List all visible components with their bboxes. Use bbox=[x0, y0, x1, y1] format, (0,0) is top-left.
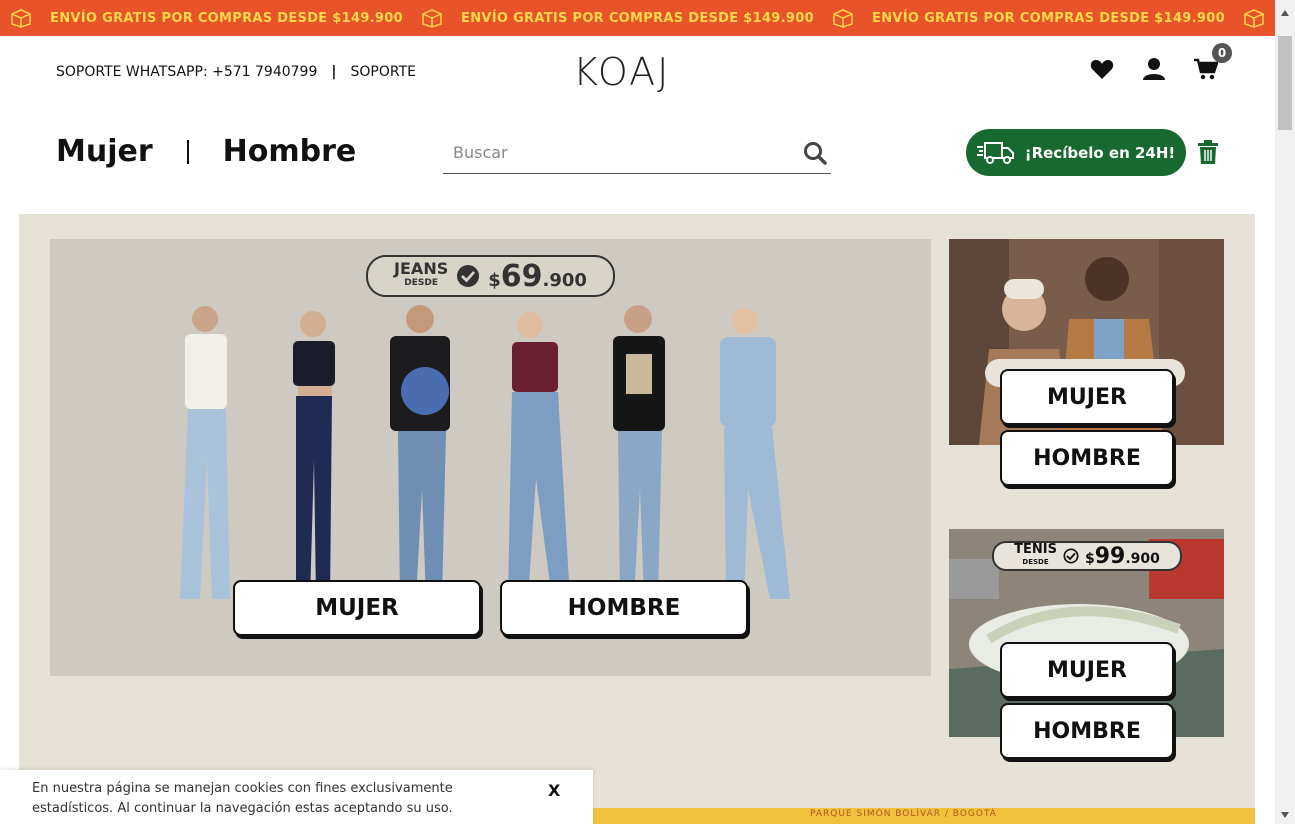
scroll-up-arrow-icon[interactable] bbox=[1281, 10, 1289, 16]
site-logo[interactable]: KOAJ bbox=[573, 50, 670, 94]
check-circle-icon bbox=[1063, 548, 1079, 564]
jeans-women-button[interactable]: MUJER bbox=[233, 580, 481, 636]
box-icon bbox=[1244, 9, 1264, 28]
check-circle-icon bbox=[457, 265, 480, 287]
sneakers-price: $99.900 bbox=[1084, 543, 1160, 569]
promo-item: ENVÍO GRATIS POR COMPRAS DESDE $149.900 bbox=[461, 11, 814, 26]
jeans-men-button[interactable]: HOMBRE bbox=[500, 580, 748, 636]
search-bar bbox=[443, 132, 831, 174]
jeans-badge-label: JEANS DESDE bbox=[394, 259, 449, 289]
cart-count-badge: 0 bbox=[1212, 43, 1232, 63]
cookie-notice: En nuestra página se manejan cookies con… bbox=[0, 770, 593, 824]
main-nav: Mujer Hombre bbox=[56, 134, 356, 169]
fast-delivery-button[interactable]: ¡Recíbelo en 24H! bbox=[966, 129, 1186, 176]
jeans-banner[interactable]: JEANS DESDE $69.900 MUJER HOMBRE bbox=[50, 239, 931, 676]
promo-item: ENVÍO GRATIS POR COMPRAS DESDE $149.900 bbox=[50, 11, 403, 26]
support-separator: | bbox=[331, 64, 337, 80]
promo-item: ENVÍO GRATIS POR COMPRAS DESDE $149.900 bbox=[872, 11, 1225, 26]
delivery-truck-icon bbox=[976, 141, 1014, 164]
cookie-text: En nuestra página se manejan cookies con… bbox=[32, 781, 453, 816]
jackets-men-button[interactable]: HOMBRE bbox=[1000, 430, 1174, 486]
scroll-down-arrow-icon[interactable] bbox=[1281, 812, 1289, 818]
trash-icon[interactable] bbox=[1198, 140, 1218, 168]
sneakers-price-badge: TENIS DESDE $99.900 bbox=[992, 541, 1182, 571]
support-bar: SOPORTE WHATSAPP: +571 7940799 | SOPORTE bbox=[56, 64, 416, 80]
promo-text: ENVÍO GRATIS POR COMPRAS DESDE $149.900 bbox=[461, 10, 814, 26]
support-link[interactable]: SOPORTE bbox=[351, 64, 416, 80]
promo-text: ENVÍO GRATIS POR COMPRAS DESDE $149.900 bbox=[872, 10, 1225, 26]
cart-icon bbox=[1194, 58, 1218, 80]
sneakers-badge-label: TENIS DESDE bbox=[1014, 542, 1057, 566]
cart-button[interactable]: 0 bbox=[1194, 43, 1232, 81]
whatsapp-support-link[interactable]: SOPORTE WHATSAPP: +571 7940799 bbox=[56, 64, 317, 80]
box-icon bbox=[11, 9, 31, 28]
next-banner-text: PARQUE SIMÓN BOLÍVAR / BOGOTÁ bbox=[810, 809, 997, 819]
sneakers-women-button[interactable]: MUJER bbox=[1000, 642, 1174, 698]
scroll-thumb[interactable] bbox=[1278, 36, 1292, 130]
sneakers-men-button[interactable]: HOMBRE bbox=[1000, 703, 1174, 759]
nav-men[interactable]: Hombre bbox=[223, 134, 357, 169]
search-input[interactable] bbox=[443, 142, 795, 163]
user-icon[interactable] bbox=[1142, 57, 1166, 81]
page-scrollbar[interactable] bbox=[1275, 0, 1295, 824]
jeans-price-badge: JEANS DESDE $69.900 bbox=[366, 255, 615, 297]
next-banner-peek: PARQUE SIMÓN BOLÍVAR / BOGOTÁ bbox=[590, 808, 1255, 824]
fast-delivery-label: ¡Recíbelo en 24H! bbox=[1024, 143, 1176, 162]
heart-icon[interactable] bbox=[1090, 57, 1114, 81]
cookie-close-button[interactable]: X bbox=[548, 781, 560, 800]
box-icon bbox=[422, 9, 442, 28]
search-icon[interactable] bbox=[803, 141, 827, 169]
jeans-price: $69.900 bbox=[488, 258, 587, 294]
box-icon bbox=[833, 9, 853, 28]
nav-divider bbox=[186, 139, 189, 164]
nav-women[interactable]: Mujer bbox=[56, 134, 153, 169]
jackets-women-button[interactable]: MUJER bbox=[1000, 369, 1174, 425]
promo-banner: ENVÍO GRATIS POR COMPRAS DESDE $149.900 … bbox=[0, 0, 1275, 36]
header-icons: 0 bbox=[1090, 43, 1232, 81]
promo-text: ENVÍO GRATIS POR COMPRAS DESDE $149.900 bbox=[50, 10, 403, 26]
